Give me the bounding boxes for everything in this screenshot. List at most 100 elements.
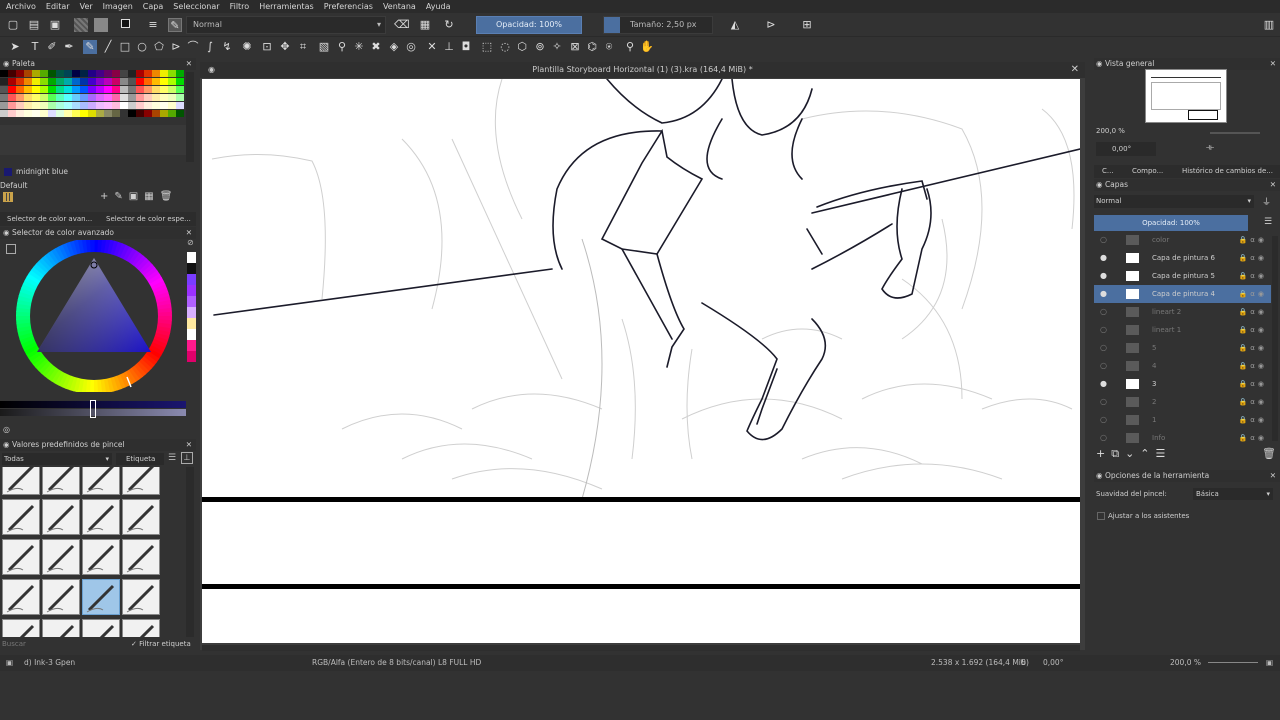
brush-preset-icon[interactable]: ✎ (168, 18, 182, 32)
visibility-eye-icon[interactable]: ○ (1100, 357, 1107, 375)
polygon-select-icon[interactable]: ⬡ (515, 40, 529, 54)
brush-preset-thumbnail[interactable] (42, 467, 80, 495)
palette-swatch[interactable] (32, 94, 40, 101)
freehand-path-icon[interactable]: ∫ (203, 40, 217, 54)
layer-row[interactable]: ● Capa de pintura 4 🔒α◉ (1094, 285, 1271, 303)
palette-swatch[interactable] (168, 102, 176, 109)
palette-swatch[interactable] (0, 78, 8, 85)
freehand-select-icon[interactable]: ⊚ (533, 40, 547, 54)
palette-swatch[interactable] (96, 70, 104, 77)
visibility-eye-icon[interactable]: ● (1100, 375, 1107, 393)
layer-row[interactable]: ○ lineart 1 🔒α◉ (1094, 321, 1271, 339)
palette-swatch[interactable] (136, 94, 144, 101)
brush-import-icon[interactable]: ⊥ (181, 452, 193, 464)
tag-button[interactable]: Etiqueta (116, 453, 164, 465)
brush-preset-thumbnail[interactable] (42, 539, 80, 575)
add-layer-icon[interactable]: + (1096, 447, 1111, 460)
transform-icon[interactable]: ⊡ (260, 40, 274, 54)
bezier-select-icon[interactable]: ⌬ (585, 40, 599, 54)
brush-preset-thumbnail[interactable] (82, 579, 120, 615)
palette-swatch[interactable] (56, 94, 64, 101)
close-icon[interactable]: ✕ (186, 439, 192, 451)
menu-seleccionar[interactable]: Seleccionar (173, 2, 219, 11)
palette-swatch[interactable] (32, 70, 40, 77)
palette-swatch[interactable] (176, 110, 184, 117)
palette-swatch[interactable] (56, 110, 64, 117)
visibility-eye-icon[interactable]: ○ (1100, 321, 1107, 339)
overview-zoom[interactable]: 200,0 % (1096, 127, 1125, 135)
palette-swatch[interactable] (128, 94, 136, 101)
menu-ayuda[interactable]: Ayuda (426, 2, 451, 11)
palette-swatch[interactable] (24, 94, 32, 101)
layer-row[interactable]: ● 3 🔒α◉ (1094, 375, 1271, 393)
layer-flags-icon[interactable]: 🔒α◉ (1239, 429, 1267, 447)
palette-swatch[interactable] (32, 102, 40, 109)
visibility-eye-icon[interactable]: ○ (1100, 231, 1107, 249)
layer-row[interactable]: ○ lineart 2 🔒α◉ (1094, 303, 1271, 321)
menu-preferencias[interactable]: Preferencias (324, 2, 373, 11)
filter-tag-checkbox[interactable]: ✓ Filtrar etiqueta (131, 640, 191, 648)
multibrush-icon[interactable]: ✺ (240, 40, 254, 54)
brush-preset-thumbnail[interactable] (2, 499, 40, 535)
layer-flags-icon[interactable]: 🔒α◉ (1239, 267, 1267, 285)
dynamic-brush-icon[interactable]: ↯ (220, 40, 234, 54)
edit-swatch-icon[interactable]: ✎ (114, 191, 128, 202)
palette-swatch[interactable] (80, 86, 88, 93)
tab-specific-color-selector[interactable]: Selector de color espe... (106, 212, 191, 226)
palette-swatch[interactable] (64, 78, 72, 85)
delete-icon[interactable]: 🗑 (160, 191, 179, 202)
layer-opacity-slider[interactable]: Opacidad: 100% (1094, 215, 1248, 231)
move-tool-icon[interactable]: ✥ (278, 40, 292, 54)
zoom-status[interactable]: 200,0 % (1170, 655, 1201, 671)
similar-select-icon[interactable]: ⊠ (568, 40, 582, 54)
menu-archivo[interactable]: Archivo (6, 2, 36, 11)
recent-color-swatch[interactable] (187, 263, 196, 274)
rotation-input[interactable]: 0,00° (1096, 142, 1156, 156)
visibility-eye-icon[interactable]: ○ (1100, 411, 1107, 429)
palette-swatch[interactable] (112, 86, 120, 93)
palette-swatch[interactable] (120, 86, 128, 93)
tab-undo-history[interactable]: Histórico de cambios de... (1182, 165, 1273, 178)
layer-row[interactable]: ○ 1 🔒α◉ (1094, 411, 1271, 429)
layer-row[interactable]: ○ 4 🔒α◉ (1094, 357, 1271, 375)
save-icon[interactable]: ▣ (48, 18, 62, 32)
recent-color-swatch[interactable] (187, 285, 196, 296)
duplicate-layer-icon[interactable]: ⧉ (1111, 447, 1125, 460)
recent-color-swatch[interactable] (187, 307, 196, 318)
rotate-icon[interactable]: ↻ (1020, 655, 1026, 671)
palette-swatch[interactable] (8, 86, 16, 93)
palette-swatch[interactable] (8, 78, 16, 85)
visibility-eye-icon[interactable]: ● (1100, 267, 1107, 285)
smart-patch-icon[interactable]: ✳ (352, 40, 366, 54)
palette-swatch[interactable] (88, 94, 96, 101)
palette-swatch[interactable] (104, 78, 112, 85)
palette-swatch[interactable] (112, 70, 120, 77)
brush-preset-thumbnail[interactable] (122, 579, 160, 615)
palette-swatch[interactable] (32, 78, 40, 85)
palette-swatch[interactable] (48, 86, 56, 93)
palette-swatch[interactable] (24, 70, 32, 77)
palette-swatch[interactable] (88, 78, 96, 85)
palette-swatch[interactable] (40, 78, 48, 85)
palette-swatch[interactable] (168, 86, 176, 93)
palette-swatch[interactable] (16, 70, 24, 77)
grid-icon[interactable]: ▦ (144, 191, 159, 202)
menu-ver[interactable]: Ver (80, 2, 93, 11)
palette-swatch[interactable] (88, 86, 96, 93)
palette-swatch[interactable] (72, 78, 80, 85)
palette-swatch[interactable] (16, 102, 24, 109)
fg-bg-color-icon[interactable] (118, 18, 132, 32)
fullscreen-icon[interactable]: ▣ (1266, 655, 1273, 671)
layer-flags-icon[interactable]: 🔒α◉ (1239, 303, 1267, 321)
layer-row[interactable]: ○ 2 🔒α◉ (1094, 393, 1271, 411)
palette-swatch[interactable] (80, 78, 88, 85)
palette-swatch[interactable] (72, 70, 80, 77)
close-icon[interactable]: ✕ (1270, 470, 1276, 482)
menu-editar[interactable]: Editar (46, 2, 70, 11)
menu-capa[interactable]: Capa (143, 2, 163, 11)
brush-preset-thumbnail[interactable] (42, 619, 80, 637)
palette-swatch[interactable] (144, 110, 152, 117)
smoothing-select[interactable]: Básica ▾ (1193, 488, 1273, 500)
pattern-icon[interactable] (74, 18, 88, 32)
palette-swatch[interactable] (96, 94, 104, 101)
